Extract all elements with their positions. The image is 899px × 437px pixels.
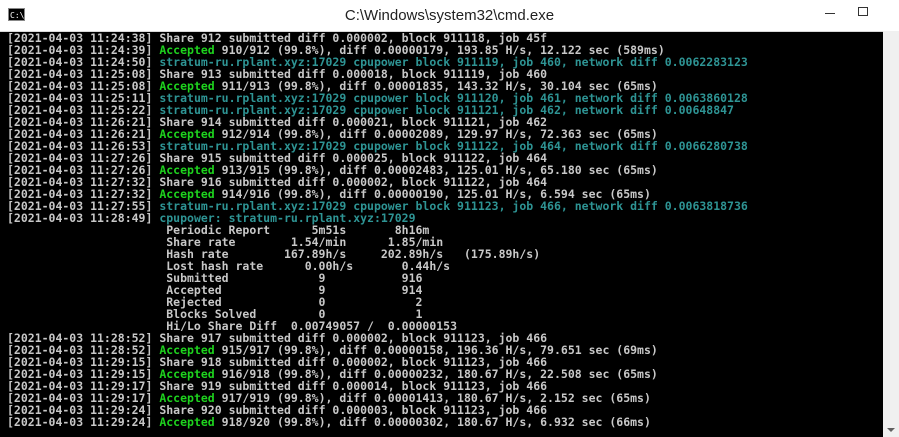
- minimize-button[interactable]: [815, 0, 845, 22]
- console-line: [2021-04-03 11:29:24] Accepted 918/920 (…: [7, 416, 882, 428]
- accepted-label: Accepted: [159, 415, 215, 429]
- window-title: C:\Windows\system32\cmd.exe: [344, 7, 555, 24]
- console-output[interactable]: [2021-04-03 11:24:38] Share 912 submitte…: [7, 32, 882, 432]
- vertical-scrollbar[interactable]: [883, 31, 899, 437]
- title-bar[interactable]: C:\ C:\Windows\system32\cmd.exe: [0, 0, 899, 32]
- cmd-window: C:\ C:\Windows\system32\cmd.exe [2021-04…: [0, 0, 899, 437]
- scroll-down-arrow-icon[interactable]: [883, 423, 899, 437]
- console-text: 918/920 (99.8%), diff 0.00000302, 180.67…: [214, 415, 651, 429]
- console-text: [2021-04-03 11:29:24]: [7, 415, 160, 429]
- maximize-button[interactable]: [847, 0, 877, 22]
